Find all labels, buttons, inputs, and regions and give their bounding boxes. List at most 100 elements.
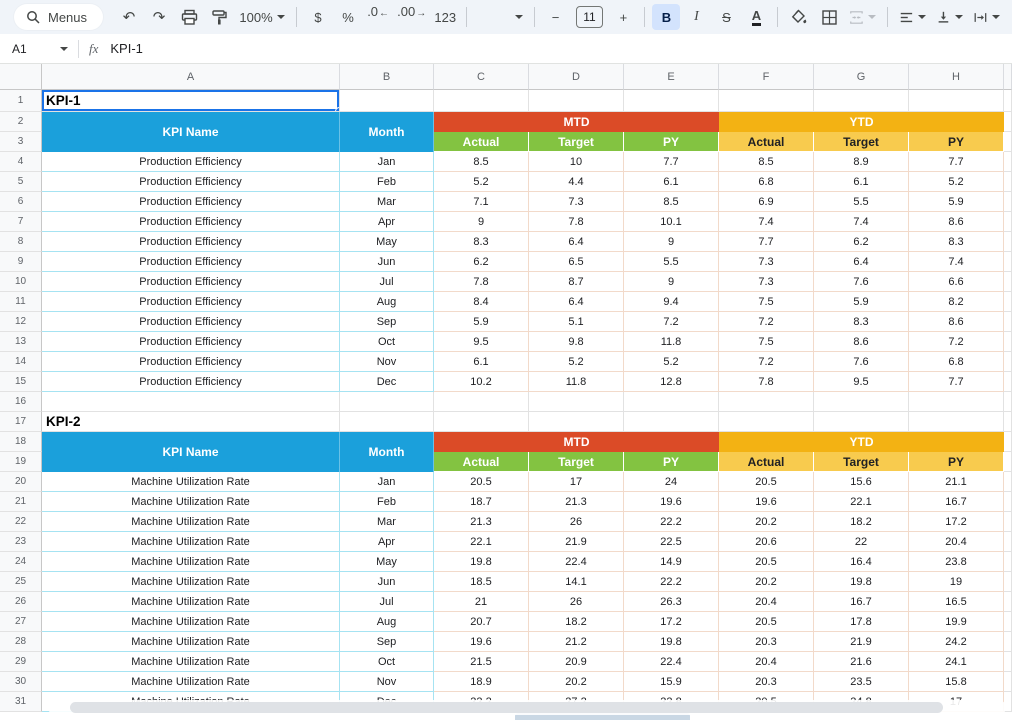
value-cell[interactable]: 22.2 [624,512,719,532]
value-cell[interactable]: 26.3 [624,592,719,612]
table-title-KPI-1[interactable]: KPI-1 [42,90,340,112]
month-cell[interactable]: Jun [340,252,434,272]
header-mtd-actual[interactable]: Actual [434,452,529,472]
row-number-4[interactable]: 4 [0,152,42,172]
row-number-12[interactable]: 12 [0,312,42,332]
row-number-23[interactable]: 23 [0,532,42,552]
month-cell[interactable]: Jan [340,472,434,492]
value-cell[interactable]: 7.3 [529,192,624,212]
month-cell[interactable]: May [340,232,434,252]
value-cell[interactable]: 7.3 [719,252,814,272]
header-mtd-target[interactable]: Target [529,452,624,472]
header-mtd[interactable]: MTD [434,432,719,452]
header-month[interactable]: Month [340,432,434,472]
increase-font-size-button[interactable]: + [609,4,637,30]
row-number-18[interactable]: 18 [0,432,42,452]
value-cell[interactable]: 7.2 [624,312,719,332]
header-ytd-py[interactable]: PY [909,132,1004,152]
header-ytd[interactable]: YTD [719,112,1004,132]
value-cell[interactable]: 11.8 [624,332,719,352]
empty-cell[interactable] [1004,272,1012,292]
kpi-name-cell[interactable]: Production Efficiency [42,192,340,212]
value-cell[interactable]: 20.5 [719,612,814,632]
month-cell[interactable]: Jun [340,572,434,592]
zoom-control[interactable]: 100% [235,4,289,30]
kpi-name-cell[interactable]: Production Efficiency [42,152,340,172]
value-cell[interactable]: 26 [529,512,624,532]
column-header-D[interactable]: D [529,64,624,90]
column-header-H[interactable]: H [909,64,1004,90]
value-cell[interactable]: 20.4 [909,532,1004,552]
value-cell[interactable]: 18.5 [434,572,529,592]
kpi-name-cell[interactable]: Machine Utilization Rate [42,492,340,512]
value-cell[interactable]: 18.2 [814,512,909,532]
empty-cell[interactable] [340,392,434,412]
header-mtd-py[interactable]: PY [624,452,719,472]
row-number-6[interactable]: 6 [0,192,42,212]
value-cell[interactable]: 9.8 [529,332,624,352]
value-cell[interactable]: 21.3 [529,492,624,512]
empty-cell[interactable] [1004,152,1012,172]
empty-cell[interactable] [529,412,624,432]
empty-cell[interactable] [434,412,529,432]
value-cell[interactable]: 9 [624,272,719,292]
value-cell[interactable]: 7.2 [909,332,1004,352]
header-month[interactable]: Month [340,112,434,152]
empty-cell[interactable] [719,90,814,112]
value-cell[interactable]: 21.5 [434,652,529,672]
column-header-A[interactable]: A [42,64,340,90]
value-cell[interactable]: 5.5 [624,252,719,272]
value-cell[interactable]: 26 [529,592,624,612]
row-number-9[interactable]: 9 [0,252,42,272]
kpi-name-cell[interactable]: Production Efficiency [42,372,340,392]
value-cell[interactable]: 7.1 [434,192,529,212]
text-color-button[interactable]: A [742,4,770,30]
value-cell[interactable]: 20.4 [719,652,814,672]
empty-cell[interactable] [1004,432,1012,452]
value-cell[interactable]: 6.5 [529,252,624,272]
merge-cells-button[interactable] [845,4,880,30]
value-cell[interactable]: 21 [434,592,529,612]
kpi-name-cell[interactable]: Machine Utilization Rate [42,592,340,612]
empty-cell[interactable] [1004,612,1012,632]
print-button[interactable] [175,4,203,30]
empty-cell[interactable] [1004,172,1012,192]
header-mtd-py[interactable]: PY [624,132,719,152]
value-cell[interactable]: 22 [814,532,909,552]
column-header-E[interactable]: E [624,64,719,90]
cell-reference-box[interactable]: A1 [12,42,74,56]
empty-cell[interactable] [624,392,719,412]
value-cell[interactable]: 20.2 [719,572,814,592]
value-cell[interactable]: 10.1 [624,212,719,232]
undo-button[interactable]: ↶ [115,4,143,30]
row-number-13[interactable]: 13 [0,332,42,352]
menus-button[interactable]: Menus [14,4,103,30]
header-kpi-name[interactable]: KPI Name [42,112,340,152]
value-cell[interactable]: 8.3 [434,232,529,252]
row-number-22[interactable]: 22 [0,512,42,532]
horizontal-align-button[interactable] [895,4,930,30]
header-ytd-target[interactable]: Target [814,452,909,472]
value-cell[interactable]: 15.6 [814,472,909,492]
row-number-10[interactable]: 10 [0,272,42,292]
formula-input[interactable]: KPI-1 [110,41,143,56]
selection-fill-handle[interactable] [335,107,340,112]
header-ytd-actual[interactable]: Actual [719,452,814,472]
empty-cell[interactable] [529,392,624,412]
empty-cell[interactable] [529,90,624,112]
month-cell[interactable]: Feb [340,492,434,512]
row-number-21[interactable]: 21 [0,492,42,512]
value-cell[interactable]: 8.6 [909,212,1004,232]
row-number-27[interactable]: 27 [0,612,42,632]
value-cell[interactable]: 23.8 [909,552,1004,572]
empty-cell[interactable] [624,412,719,432]
value-cell[interactable]: 7.7 [909,372,1004,392]
empty-cell[interactable] [814,392,909,412]
empty-cell[interactable] [434,90,529,112]
value-cell[interactable]: 22.1 [434,532,529,552]
month-cell[interactable]: Jan [340,152,434,172]
value-cell[interactable]: 14.9 [624,552,719,572]
value-cell[interactable]: 17 [529,472,624,492]
value-cell[interactable]: 14.1 [529,572,624,592]
month-cell[interactable]: Apr [340,212,434,232]
